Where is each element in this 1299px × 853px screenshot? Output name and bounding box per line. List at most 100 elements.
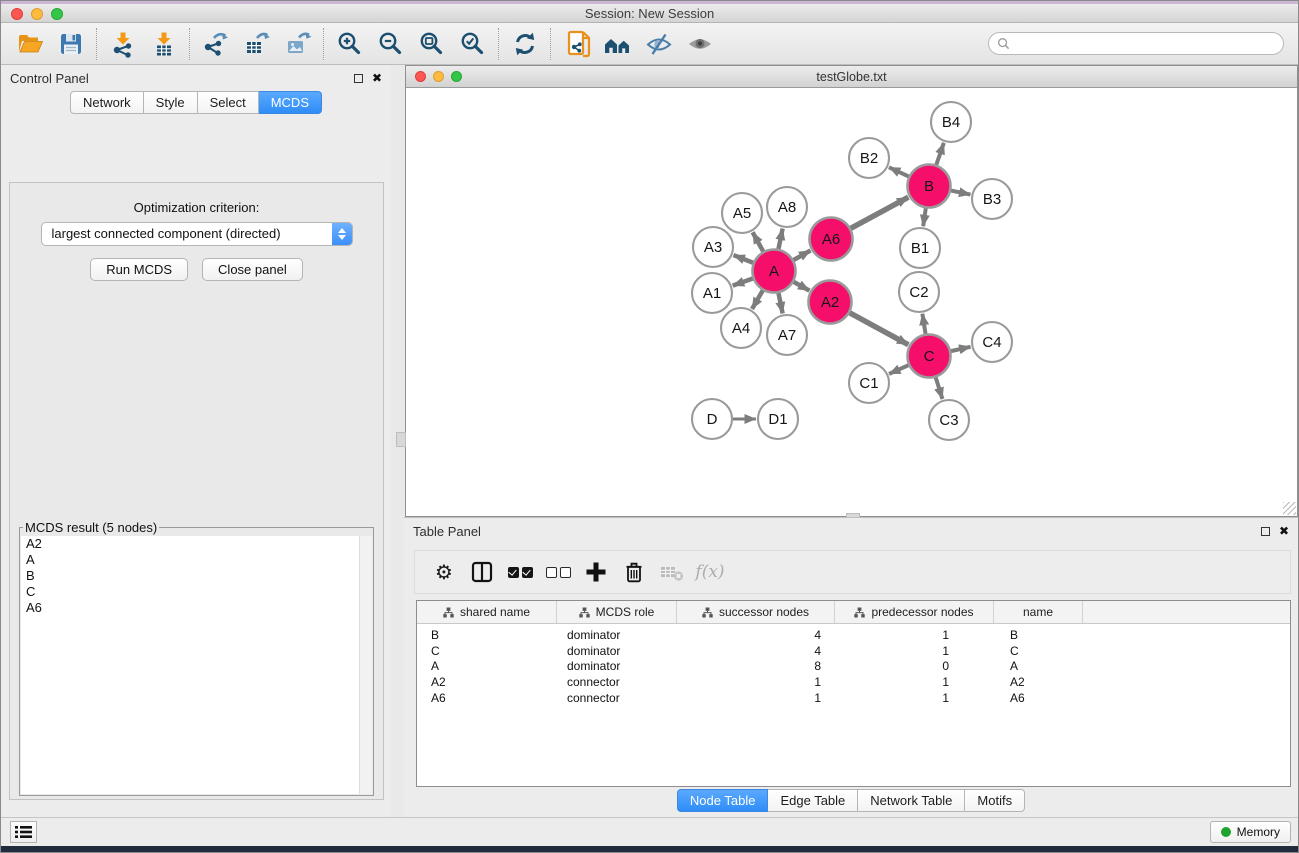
close-panel-icon[interactable]: ✖ bbox=[1279, 527, 1289, 536]
graph-edge-B-B2[interactable] bbox=[889, 167, 909, 176]
delete-table-icon[interactable] bbox=[653, 557, 691, 587]
result-scrollbar[interactable] bbox=[359, 536, 372, 794]
graph-node-A5[interactable]: A5 bbox=[722, 193, 762, 233]
graph-node-C[interactable]: C bbox=[908, 335, 951, 378]
table-row[interactable]: A2connector11A2 bbox=[417, 674, 1290, 690]
zoom-in-icon[interactable] bbox=[329, 27, 370, 61]
table-tab-network-table[interactable]: Network Table bbox=[858, 789, 965, 812]
table-cell[interactable]: dominator bbox=[557, 659, 677, 675]
vertical-split-handle[interactable] bbox=[396, 432, 406, 447]
graph-edge-C-C1[interactable] bbox=[889, 365, 908, 374]
control-tab-network[interactable]: Network bbox=[70, 91, 144, 114]
graph-node-B3[interactable]: B3 bbox=[972, 179, 1012, 219]
refresh-layout-icon[interactable] bbox=[504, 27, 545, 61]
result-list-item[interactable]: A6 bbox=[21, 600, 372, 616]
table-tab-node-table[interactable]: Node Table bbox=[677, 789, 769, 812]
resize-grip-icon[interactable] bbox=[1283, 502, 1296, 515]
float-panel-icon[interactable] bbox=[354, 74, 363, 83]
minimize-window-button[interactable] bbox=[31, 8, 43, 20]
graph-node-B1[interactable]: B1 bbox=[900, 228, 940, 268]
graph-edge-A-A8[interactable] bbox=[778, 229, 782, 249]
graph-edge-A-A4[interactable] bbox=[752, 290, 763, 308]
zoom-out-icon[interactable] bbox=[370, 27, 411, 61]
zoom-fit-icon[interactable] bbox=[411, 27, 452, 61]
result-list-item[interactable]: C bbox=[21, 584, 372, 600]
graph-node-A1[interactable]: A1 bbox=[692, 273, 732, 313]
graph-node-B[interactable]: B bbox=[908, 165, 951, 208]
control-tab-select[interactable]: Select bbox=[198, 91, 259, 114]
graph-node-D[interactable]: D bbox=[692, 399, 732, 439]
criterion-dropdown[interactable]: largest connected component (directed) bbox=[41, 222, 353, 246]
show-graphics-details-icon[interactable] bbox=[679, 27, 720, 61]
table-cell[interactable]: 1 bbox=[835, 643, 994, 659]
graph-node-D1[interactable]: D1 bbox=[758, 399, 798, 439]
table-cell[interactable]: dominator bbox=[557, 627, 677, 643]
table-cell[interactable]: dominator bbox=[557, 643, 677, 659]
graph-edge-A6-B[interactable] bbox=[851, 197, 909, 228]
table-cell[interactable]: connector bbox=[557, 674, 677, 690]
hide-graphics-details-icon[interactable] bbox=[638, 27, 679, 61]
column-header-successor-nodes[interactable]: successor nodes bbox=[677, 601, 835, 623]
column-header-name[interactable]: name bbox=[994, 601, 1083, 623]
import-network-icon[interactable] bbox=[102, 27, 143, 61]
table-cell[interactable]: C bbox=[417, 643, 557, 659]
table-cell[interactable]: A6 bbox=[994, 690, 1083, 706]
column-mode-icon[interactable] bbox=[463, 557, 501, 587]
graph-edge-A-A3[interactable] bbox=[733, 255, 753, 263]
select-all-icon[interactable] bbox=[501, 557, 539, 587]
table-cell[interactable]: 8 bbox=[677, 659, 835, 675]
column-header-predecessor-nodes[interactable]: predecessor nodes bbox=[835, 601, 994, 623]
table-cell[interactable]: A bbox=[417, 659, 557, 675]
table-cell[interactable]: A2 bbox=[994, 674, 1083, 690]
column-header-mcds-role[interactable]: MCDS role bbox=[557, 601, 677, 623]
zoom-view-button[interactable] bbox=[451, 71, 462, 82]
run-mcds-button[interactable]: Run MCDS bbox=[90, 258, 188, 281]
zoom-window-button[interactable] bbox=[51, 8, 63, 20]
home-icon[interactable] bbox=[597, 27, 638, 61]
import-table-icon[interactable] bbox=[143, 27, 184, 61]
settings-gear-icon[interactable]: ⚙ bbox=[425, 557, 463, 587]
graph-edge-A-A1[interactable] bbox=[733, 279, 753, 286]
graph-node-A[interactable]: A bbox=[753, 250, 796, 293]
graph-node-A8[interactable]: A8 bbox=[767, 187, 807, 227]
result-list-item[interactable]: A bbox=[21, 552, 372, 568]
network-canvas[interactable]: B4B2BB3A8A5A6A3B1AA1C2A2A4A7C4CC1C3DD1 bbox=[406, 88, 1297, 516]
float-panel-icon[interactable] bbox=[1261, 527, 1270, 536]
graph-node-A7[interactable]: A7 bbox=[767, 315, 807, 355]
control-tab-mcds[interactable]: MCDS bbox=[259, 91, 322, 114]
result-list-item[interactable]: A2 bbox=[21, 536, 372, 552]
graph-edge-B-B1[interactable] bbox=[923, 208, 926, 226]
graph-node-C4[interactable]: C4 bbox=[972, 322, 1012, 362]
close-view-button[interactable] bbox=[415, 71, 426, 82]
graph-edge-C-C3[interactable] bbox=[936, 377, 943, 399]
graph-edge-A-A6[interactable] bbox=[794, 251, 811, 260]
network-window-titlebar[interactable]: testGlobe.txt bbox=[406, 66, 1297, 88]
result-list-item[interactable]: B bbox=[21, 568, 372, 584]
table-cell[interactable]: 4 bbox=[677, 627, 835, 643]
graph-edge-B-B4[interactable] bbox=[936, 143, 944, 165]
network-canvas-svg[interactable]: B4B2BB3A8A5A6A3B1AA1C2A2A4A7C4CC1C3DD1 bbox=[406, 88, 1297, 516]
export-network-icon[interactable] bbox=[195, 27, 236, 61]
table-cell[interactable]: B bbox=[417, 627, 557, 643]
table-row[interactable]: A6connector11A6 bbox=[417, 690, 1290, 706]
table-cell[interactable]: 4 bbox=[677, 643, 835, 659]
table-row[interactable]: Cdominator41C bbox=[417, 643, 1290, 659]
graph-node-C3[interactable]: C3 bbox=[929, 400, 969, 440]
delete-column-icon[interactable] bbox=[615, 557, 653, 587]
mcds-result-list[interactable]: A2ABCA6 bbox=[21, 536, 372, 794]
table-header-row[interactable]: shared nameMCDS rolesuccessor nodesprede… bbox=[417, 601, 1290, 624]
graph-node-A6[interactable]: A6 bbox=[810, 218, 853, 261]
graph-node-A2[interactable]: A2 bbox=[809, 281, 852, 324]
graph-edge-C-C4[interactable] bbox=[951, 347, 971, 351]
minimize-view-button[interactable] bbox=[433, 71, 444, 82]
graph-edge-A2-C[interactable] bbox=[850, 313, 909, 345]
table-cell[interactable]: 1 bbox=[835, 674, 994, 690]
export-image-icon[interactable] bbox=[277, 27, 318, 61]
graph-node-C2[interactable]: C2 bbox=[899, 272, 939, 312]
table-cell[interactable]: B bbox=[994, 627, 1083, 643]
memory-button[interactable]: Memory bbox=[1210, 821, 1291, 843]
table-cell[interactable]: A2 bbox=[417, 674, 557, 690]
column-header-shared-name[interactable]: shared name bbox=[417, 601, 557, 623]
graph-edge-A-A7[interactable] bbox=[778, 293, 782, 313]
table-tab-motifs[interactable]: Motifs bbox=[965, 789, 1025, 812]
